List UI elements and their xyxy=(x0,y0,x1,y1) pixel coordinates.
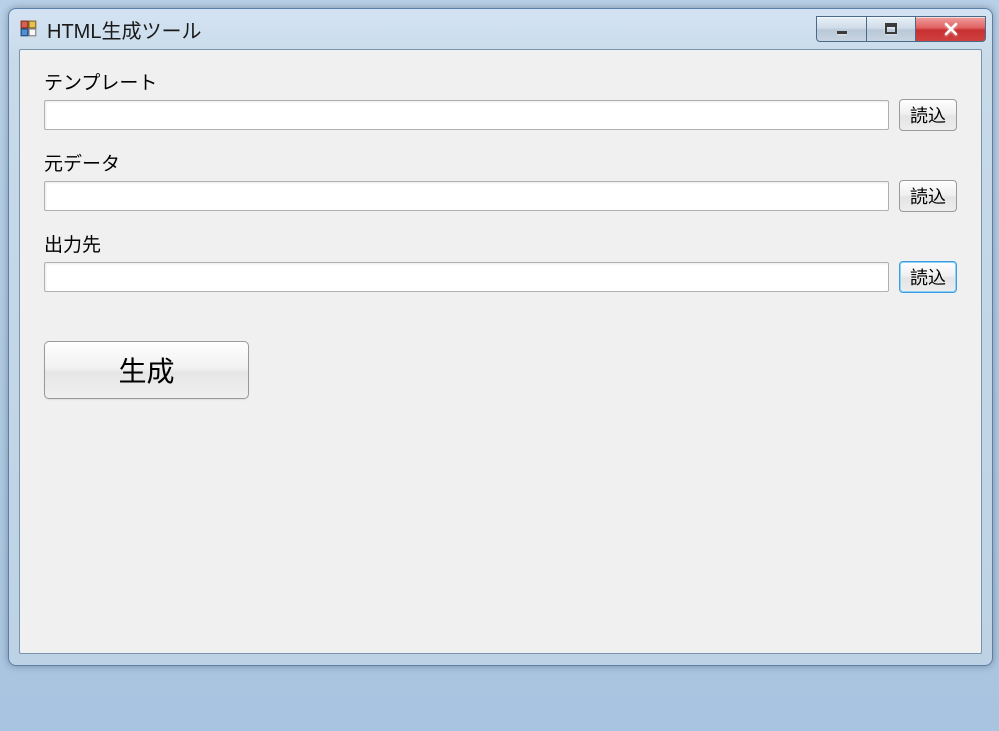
close-icon xyxy=(943,22,959,36)
close-button[interactable] xyxy=(916,16,986,42)
window-controls xyxy=(816,16,986,42)
minimize-icon xyxy=(835,22,849,36)
source-field-group: 元データ 読込 xyxy=(44,149,957,212)
template-load-button[interactable]: 読込 xyxy=(899,99,957,131)
output-field-row: 読込 xyxy=(44,261,957,293)
template-input[interactable] xyxy=(44,100,889,130)
source-load-button[interactable]: 読込 xyxy=(899,180,957,212)
minimize-button[interactable] xyxy=(816,16,866,42)
generate-button[interactable]: 生成 xyxy=(44,341,249,399)
source-input[interactable] xyxy=(44,181,889,211)
template-field-group: テンプレート 読込 xyxy=(44,68,957,131)
output-load-button[interactable]: 読込 xyxy=(899,261,957,293)
maximize-icon xyxy=(884,22,898,36)
template-label: テンプレート xyxy=(44,68,957,95)
window-title: HTML生成ツール xyxy=(47,15,816,44)
output-input[interactable] xyxy=(44,262,889,292)
client-area: テンプレート 読込 元データ 読込 出力先 読込 生成 xyxy=(19,49,982,654)
source-field-row: 読込 xyxy=(44,180,957,212)
maximize-button[interactable] xyxy=(866,16,916,42)
app-window: HTML生成ツール テンプレート xyxy=(8,8,993,666)
template-field-row: 読込 xyxy=(44,99,957,131)
output-field-group: 出力先 読込 xyxy=(44,230,957,293)
output-label: 出力先 xyxy=(44,230,957,257)
app-icon xyxy=(19,19,39,39)
source-label: 元データ xyxy=(44,149,957,176)
titlebar[interactable]: HTML生成ツール xyxy=(9,9,992,49)
